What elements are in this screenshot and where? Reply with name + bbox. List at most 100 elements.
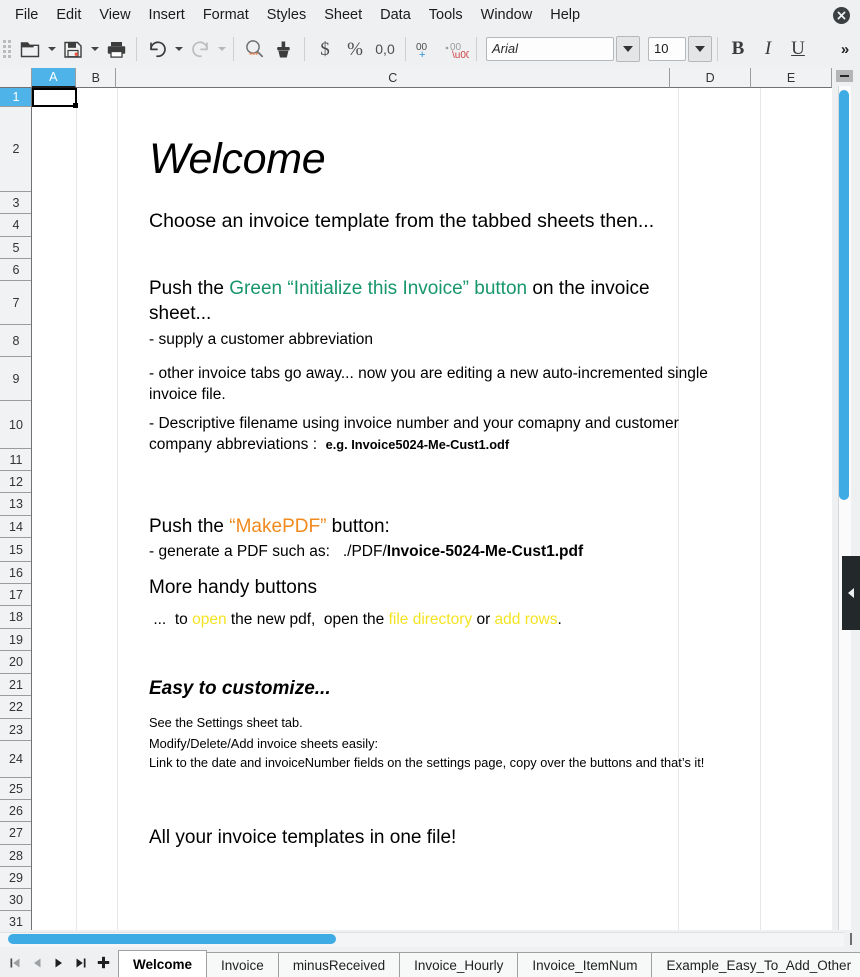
easy-line-link: Link to the date and invoiceNumber field…: [149, 755, 705, 770]
more-buttons-directory-link[interactable]: file directory: [389, 611, 473, 628]
currency-format-label: $: [320, 38, 330, 60]
print-icon[interactable]: [101, 34, 131, 64]
row-header-24[interactable]: 24: [0, 741, 31, 778]
clone-formatting-icon[interactable]: [269, 34, 299, 64]
find-replace-icon[interactable]: [239, 34, 269, 64]
font-size-input[interactable]: 10: [648, 37, 686, 61]
menu-item-tools[interactable]: Tools: [420, 4, 472, 26]
percent-format-icon[interactable]: %: [340, 34, 370, 64]
row-header-11[interactable]: 11: [0, 449, 31, 471]
sheet-tab-example-easy-to-add-other[interactable]: Example_Easy_To_Add_Other: [651, 952, 860, 977]
next-sheet-icon[interactable]: [48, 950, 70, 976]
delete-decimal-icon[interactable]: 00 \u00d7: [441, 34, 471, 64]
row-header-27[interactable]: 27: [0, 822, 31, 845]
horizontal-scrollbar-thumb[interactable]: [8, 934, 336, 944]
row-header-13[interactable]: 13: [0, 493, 31, 516]
sheet-tab-welcome[interactable]: Welcome: [118, 950, 208, 977]
font-size-dropdown-icon[interactable]: [688, 36, 712, 62]
column-header-c[interactable]: C: [116, 68, 671, 88]
menu-item-data[interactable]: Data: [371, 4, 420, 26]
toolbar-overflow-icon[interactable]: »: [830, 34, 860, 64]
menu-item-file[interactable]: File: [6, 4, 47, 26]
row-header-22[interactable]: 22: [0, 696, 31, 719]
font-name-input[interactable]: Arial: [486, 37, 614, 61]
row-header-9[interactable]: 9: [0, 357, 31, 401]
row-header-4[interactable]: 4: [0, 214, 31, 237]
column-header-e[interactable]: E: [751, 68, 832, 88]
open-dropdown-icon[interactable]: [45, 34, 58, 64]
column-header-b[interactable]: B: [76, 68, 117, 88]
row-header-10[interactable]: 10: [0, 401, 31, 449]
add-sheet-icon[interactable]: [92, 950, 114, 976]
first-sheet-icon[interactable]: [4, 950, 26, 976]
save-dropdown-icon[interactable]: [88, 34, 101, 64]
menu-item-format[interactable]: Format: [194, 4, 258, 26]
menu-item-help[interactable]: Help: [541, 4, 589, 26]
row-header-8[interactable]: 8: [0, 325, 31, 357]
horizontal-scrollbar[interactable]: [0, 930, 860, 948]
menu-item-styles[interactable]: Styles: [258, 4, 316, 26]
bold-button[interactable]: B: [723, 34, 753, 64]
number-format-icon[interactable]: 0,0: [370, 34, 400, 64]
menu-item-view[interactable]: View: [90, 4, 139, 26]
menu-item-insert[interactable]: Insert: [140, 4, 194, 26]
underline-button[interactable]: U: [783, 34, 813, 64]
row-header-14[interactable]: 14: [0, 516, 31, 538]
row-header-2[interactable]: 2: [0, 107, 31, 192]
row-header-17[interactable]: 17: [0, 584, 31, 606]
row-header-7[interactable]: 7: [0, 281, 31, 325]
column-header-d[interactable]: D: [670, 68, 752, 88]
currency-format-icon[interactable]: $: [310, 34, 340, 64]
more-buttons-open-link[interactable]: open: [192, 611, 226, 628]
open-icon[interactable]: [15, 34, 45, 64]
save-icon[interactable]: [58, 34, 88, 64]
select-all-corner[interactable]: [0, 68, 32, 88]
row-header-16[interactable]: 16: [0, 562, 31, 584]
toolbar-divider: [476, 37, 477, 61]
row-header-3[interactable]: 3: [0, 192, 31, 214]
row-header-12[interactable]: 12: [0, 471, 31, 493]
easy-line-settings-tab: See the Settings sheet tab.: [149, 715, 303, 730]
vertical-scrollbar[interactable]: [832, 68, 860, 938]
row-header-19[interactable]: 19: [0, 629, 31, 651]
sidebar-toggle-handle[interactable]: [842, 556, 860, 630]
sheet-tab-invoice[interactable]: Invoice: [206, 952, 279, 977]
row-header-30[interactable]: 30: [0, 889, 31, 911]
row-header-5[interactable]: 5: [0, 237, 31, 259]
previous-sheet-icon[interactable]: [26, 950, 48, 976]
horizontal-split-handle[interactable]: [850, 933, 852, 945]
italic-button[interactable]: I: [753, 34, 783, 64]
toolbar-divider: [304, 37, 305, 61]
row-header-20[interactable]: 20: [0, 651, 31, 674]
row-header-29[interactable]: 29: [0, 867, 31, 889]
active-cell-cursor[interactable]: [32, 88, 78, 108]
more-buttons-addrows-link[interactable]: add rows: [495, 611, 558, 628]
row-header-6[interactable]: 6: [0, 259, 31, 281]
spreadsheet-grid[interactable]: Welcome Choose an invoice template from …: [32, 88, 832, 938]
sheet-tab-minusreceived[interactable]: minusReceived: [277, 952, 401, 977]
menu-item-sheet[interactable]: Sheet: [315, 4, 371, 26]
sheet-tab-invoice-itemnum[interactable]: Invoice_ItemNum: [517, 952, 653, 977]
row-header-18[interactable]: 18: [0, 606, 31, 629]
column-header-a[interactable]: A: [31, 68, 77, 88]
menu-item-window[interactable]: Window: [472, 4, 542, 26]
close-document-icon[interactable]: [833, 7, 850, 24]
menu-item-edit[interactable]: Edit: [47, 4, 90, 26]
row-header-26[interactable]: 26: [0, 800, 31, 822]
row-header-23[interactable]: 23: [0, 719, 31, 741]
row-header-21[interactable]: 21: [0, 674, 31, 696]
row-header-1[interactable]: 1: [0, 88, 31, 107]
add-decimal-icon[interactable]: 00 +: [411, 34, 441, 64]
sheet-tabs: Welcome Invoice minusReceived Invoice_Ho…: [118, 948, 860, 977]
sheet-tab-invoice-hourly[interactable]: Invoice_Hourly: [399, 952, 519, 977]
toolbar-grip[interactable]: [2, 36, 12, 62]
last-sheet-icon[interactable]: [70, 950, 92, 976]
row-header-28[interactable]: 28: [0, 845, 31, 867]
row-header-25[interactable]: 25: [0, 778, 31, 800]
undo-icon[interactable]: [142, 34, 172, 64]
font-name-dropdown-icon[interactable]: [616, 36, 640, 62]
split-window-handle[interactable]: [836, 70, 853, 82]
vertical-scrollbar-thumb[interactable]: [839, 90, 849, 500]
row-header-15[interactable]: 15: [0, 538, 31, 562]
undo-dropdown-icon[interactable]: [172, 34, 185, 64]
